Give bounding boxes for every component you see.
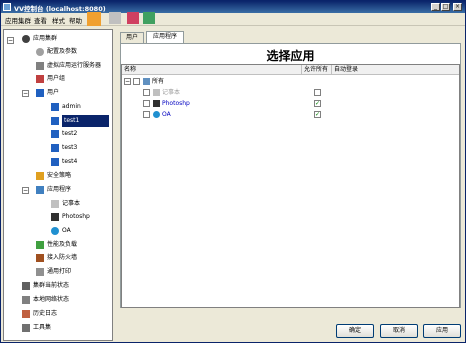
- row-name: OA: [162, 111, 171, 118]
- col-auto-login[interactable]: 自动登录: [332, 65, 459, 75]
- menu-bar: 应用集群 查看 样式 帮助: [1, 12, 465, 26]
- firewall-icon: [36, 254, 44, 262]
- ok-button[interactable]: 确定: [336, 324, 374, 338]
- user-icon: [51, 130, 59, 138]
- user-icon: [51, 158, 59, 166]
- user-icon: [51, 144, 59, 152]
- allow-all-checkbox[interactable]: ✓: [314, 100, 321, 107]
- title-bar: VV控制台 (localhost:8080) _ □ ×: [1, 1, 465, 13]
- oa-icon: [153, 111, 160, 118]
- navigation-tree: − 应用集群 配置及参数 虚拟应用运行服务器 用户组 − 用户 admin te…: [3, 29, 113, 341]
- users-expander[interactable]: −: [22, 90, 29, 97]
- all-expander[interactable]: −: [124, 78, 131, 85]
- menu-cluster[interactable]: 应用集群: [5, 15, 31, 25]
- minimize-icon[interactable]: _: [431, 3, 440, 11]
- maximize-icon[interactable]: □: [441, 3, 450, 11]
- allow-all-checkbox[interactable]: [314, 89, 321, 96]
- log-icon: [22, 310, 30, 318]
- all-apps-icon: [143, 78, 150, 85]
- row-checkbox[interactable]: [143, 100, 150, 107]
- monitor-icon[interactable]: [143, 12, 155, 24]
- shield-icon: [36, 172, 44, 180]
- cluster-icon: [22, 35, 30, 43]
- app-icon: [3, 3, 11, 11]
- col-allow-all[interactable]: 允许所有: [302, 65, 332, 75]
- apps-table: 名称 允许所有 自动登录 − 所有 记事本 Photoshp ✓ OA ✓: [121, 64, 460, 308]
- table-header: 名称 允许所有 自动登录: [122, 65, 459, 75]
- table-row[interactable]: OA ✓: [122, 109, 459, 121]
- add-icon[interactable]: [87, 12, 101, 26]
- photoshop-icon: [153, 100, 160, 107]
- user-icon: [51, 117, 59, 125]
- col-name[interactable]: 名称: [122, 65, 302, 75]
- tab-users[interactable]: 用户: [120, 32, 144, 43]
- allow-all-checkbox[interactable]: ✓: [314, 111, 321, 118]
- performance-icon: [36, 241, 44, 249]
- apps-expander[interactable]: −: [22, 187, 29, 194]
- apply-button[interactable]: 应用: [423, 324, 461, 338]
- menu-view[interactable]: 查看: [34, 15, 47, 25]
- menu-style[interactable]: 样式: [52, 15, 65, 25]
- tools-icon: [22, 324, 30, 332]
- user-icon: [36, 89, 44, 97]
- menu-help[interactable]: 帮助: [69, 15, 82, 25]
- user-icon: [51, 103, 59, 111]
- row-checkbox[interactable]: [143, 89, 150, 96]
- printer-icon: [36, 268, 44, 276]
- group-icon: [36, 75, 44, 83]
- content-area: 用户 应用程序 选择应用 名称 允许所有 自动登录 − 所有 记事本 Photo…: [118, 29, 463, 341]
- close-icon[interactable]: ×: [453, 3, 462, 11]
- tab-apps[interactable]: 应用程序: [146, 31, 184, 43]
- notepad-icon: [51, 200, 59, 208]
- row-checkbox[interactable]: [143, 111, 150, 118]
- apps-panel: 选择应用 名称 允许所有 自动登录 − 所有 记事本 Photoshp ✓ OA…: [120, 43, 461, 308]
- document-icon[interactable]: [109, 12, 121, 24]
- photoshop-icon: [51, 213, 59, 221]
- server-icon: [36, 62, 44, 70]
- notepad-icon: [153, 89, 160, 96]
- cancel-button[interactable]: 取消: [380, 324, 418, 338]
- chart-icon[interactable]: [127, 12, 139, 24]
- gear-icon: [36, 48, 44, 56]
- oa-icon: [51, 227, 59, 235]
- app-icon: [36, 186, 44, 194]
- pane-splitter[interactable]: [114, 29, 117, 341]
- main-window: VV控制台 (localhost:8080) _ □ × 应用集群 查看 样式 …: [0, 0, 466, 343]
- root-expander[interactable]: −: [7, 37, 14, 44]
- network-icon: [22, 296, 30, 304]
- all-checkbox[interactable]: [133, 78, 140, 85]
- status-icon: [22, 282, 30, 290]
- panel-title: 选择应用: [266, 49, 315, 63]
